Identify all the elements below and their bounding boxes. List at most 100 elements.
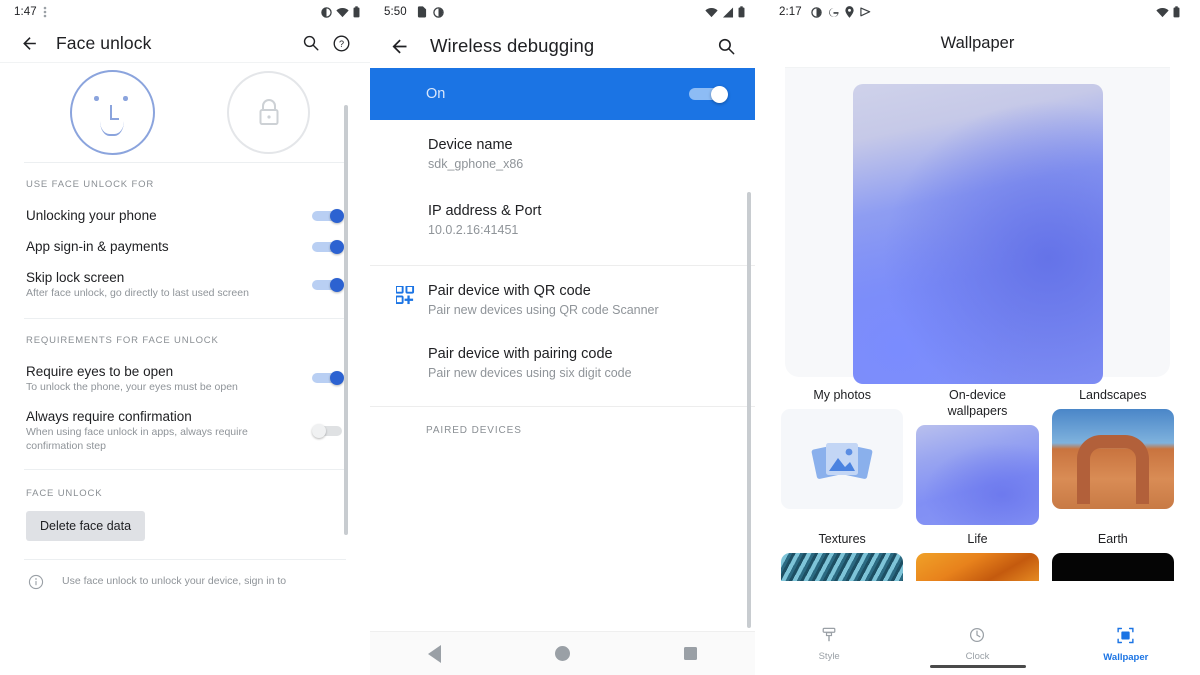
row-subtitle: Pair new devices using QR code Scanner [428, 303, 659, 317]
category-label: Textures [818, 532, 866, 546]
tab-clock[interactable]: Clock [903, 627, 1051, 662]
delicate-arch-photo-thumb[interactable] [1051, 409, 1174, 509]
app-bar: Face unlock ? [0, 24, 370, 62]
nav-home-icon[interactable] [538, 639, 586, 669]
status-bar-right [321, 6, 360, 18]
row-title: App sign-in & payments [26, 239, 169, 254]
category-label: Life [967, 532, 988, 546]
info-icon [28, 574, 44, 595]
life-photo-thumb[interactable] [916, 553, 1039, 581]
status-bar-clock: 5:50 [384, 6, 407, 18]
category-label: Earth [1097, 532, 1128, 546]
row-title: Skip lock screen [26, 270, 125, 285]
switch-app-signin-payments[interactable] [312, 239, 346, 254]
search-icon[interactable] [711, 31, 741, 61]
row-device-name[interactable]: Device name sdk_gphone_x86 [370, 120, 755, 185]
current-wallpaper-preview-card [785, 67, 1170, 384]
signal-icon [722, 6, 734, 18]
section-label-face-unlock: Face unlock [26, 488, 103, 499]
status-bar: 1:47 [0, 0, 370, 24]
sim-card-icon [417, 6, 427, 18]
row-app-signin-payments[interactable]: App sign-in & payments [0, 231, 370, 262]
search-icon[interactable] [296, 28, 326, 58]
switch-unlocking-your-phone[interactable] [312, 208, 346, 223]
earth-photo-thumb[interactable] [1051, 553, 1174, 581]
contrast-icon [811, 6, 822, 18]
status-bar-right [705, 6, 745, 18]
footer-note-text: Use face unlock to unlock your device, s… [62, 575, 287, 587]
delete-face-data-button[interactable]: Delete face data [26, 511, 146, 541]
row-icon-slot [396, 202, 428, 206]
category-life[interactable]: Life [916, 531, 1039, 581]
back-arrow-icon[interactable] [14, 28, 44, 58]
row-title: Pair device with pairing code [428, 346, 613, 362]
location-icon [845, 6, 854, 18]
scrollbar-panel-2[interactable] [747, 192, 751, 628]
page-title: Face unlock [56, 32, 152, 53]
category-my-photos[interactable]: My photos [781, 387, 904, 525]
row-title: Pair device with QR code [428, 283, 591, 299]
lock-icon [227, 71, 310, 154]
row-pair-device-pairing-code[interactable]: Pair device with pairing code Pair new d… [370, 331, 755, 394]
battery-icon [738, 6, 745, 18]
section-label-paired-devices: Paired devices [426, 425, 522, 436]
svg-text:?: ? [338, 38, 343, 48]
row-subtitle: To unlock the phone, your eyes must be o… [26, 380, 238, 393]
status-bar-left: 5:50 [384, 6, 444, 18]
category-on-device-wallpapers[interactable]: On-device wallpapers [916, 387, 1039, 525]
master-switch-toggle[interactable] [689, 86, 729, 103]
wallpaper-category-row-1: My photos On-device wallpapers Landscape… [755, 377, 1200, 525]
row-ip-address-port[interactable]: IP address & Port 10.0.2.16:41451 [370, 185, 755, 251]
category-earth[interactable]: Earth [1051, 531, 1174, 581]
row-always-require-confirmation[interactable]: Always require confirmation When using f… [0, 401, 370, 460]
qr-code-icon [396, 282, 428, 305]
status-bar-left: 1:47 [14, 6, 47, 18]
category-textures[interactable]: Textures [781, 531, 904, 581]
row-title: Unlocking your phone [26, 208, 157, 223]
section-label-requirements: Requirements for face unlock [26, 334, 219, 346]
nav-back-icon[interactable] [410, 639, 458, 669]
row-skip-lock-screen[interactable]: Skip lock screen After face unlock, go d… [0, 262, 370, 308]
wireless-debugging-master-switch[interactable]: On [370, 68, 755, 120]
switch-skip-lock-screen[interactable] [312, 277, 346, 292]
tab-style[interactable]: Style [755, 627, 903, 662]
play-icon [860, 7, 871, 18]
battery-icon [353, 6, 360, 18]
category-label: On-device wallpapers [947, 388, 1008, 418]
panel-wallpaper: 2:17 Wallpaper My photos On-device wallp… [755, 0, 1200, 675]
row-title: Always require confirmation [26, 409, 192, 424]
switch-always-require-confirmation[interactable] [312, 423, 346, 438]
footer-note: Use face unlock to unlock your device, s… [0, 560, 370, 595]
row-require-eyes-open[interactable]: Require eyes to be open To unlock the ph… [0, 356, 370, 402]
switch-require-eyes-open[interactable] [312, 371, 346, 386]
status-bar: 2:17 [755, 0, 1200, 24]
current-wallpaper-preview[interactable] [852, 84, 1103, 384]
screenshot-root: 1:47 Face unlock ? USE FACE UNLOCK FOR U… [0, 0, 1200, 675]
scrollbar-panel-1[interactable] [344, 105, 348, 535]
do-not-disturb-icon [321, 6, 332, 18]
clock-icon [969, 627, 985, 648]
panel-face-unlock: 1:47 Face unlock ? USE FACE UNLOCK FOR U… [0, 0, 370, 675]
status-bar-right [1156, 6, 1180, 18]
brush-icon [821, 627, 837, 648]
page-title: Wallpaper [940, 34, 1015, 52]
face-outline-icon [70, 70, 155, 155]
master-switch-label: On [426, 86, 446, 102]
nav-recents-icon[interactable] [667, 639, 715, 669]
tab-wallpaper[interactable]: Wallpaper [1052, 627, 1200, 663]
wallpaper-icon [1117, 627, 1134, 649]
category-landscapes[interactable]: Landscapes [1051, 387, 1174, 525]
status-bar-clock: 2:17 [779, 6, 802, 18]
back-arrow-icon[interactable] [384, 31, 414, 61]
section-label-use-face-unlock-for: Use face unlock for [26, 179, 155, 190]
contrast-icon [433, 6, 444, 18]
textures-photo-thumb[interactable] [781, 553, 904, 581]
row-icon-slot [396, 136, 428, 140]
my-photos-icon[interactable] [781, 409, 904, 509]
row-subtitle: 10.0.2.16:41451 [428, 223, 519, 237]
row-pair-device-qr-code[interactable]: Pair device with QR code Pair new device… [370, 266, 755, 331]
help-icon[interactable]: ? [326, 28, 356, 58]
on-device-gradient-thumb[interactable] [916, 425, 1039, 525]
page-title: Wireless debugging [430, 35, 595, 56]
row-unlocking-your-phone[interactable]: Unlocking your phone [0, 200, 370, 231]
